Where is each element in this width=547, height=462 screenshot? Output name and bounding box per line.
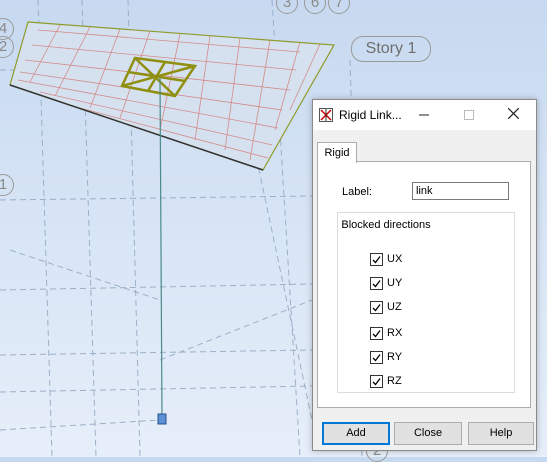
tab-rigid[interactable]: Rigid (317, 142, 357, 163)
dialog-title: Rigid Link... (339, 108, 402, 122)
maximize-icon (463, 110, 474, 120)
checkbox-box[interactable] (370, 301, 383, 314)
dialog-titlebar[interactable]: Rigid Link... (313, 100, 536, 130)
minimize-button[interactable] (401, 100, 446, 130)
close-icon (507, 107, 520, 120)
checkbox-box[interactable] (370, 375, 383, 388)
checkbox-label: UZ (387, 301, 402, 313)
maximize-button[interactable] (446, 100, 491, 130)
rigid-link-app-icon (319, 108, 333, 122)
add-button[interactable]: Add (322, 422, 390, 445)
checkbox-box[interactable] (370, 327, 383, 340)
checkbox-label: RZ (387, 375, 402, 387)
label-caption: Label: (342, 186, 372, 198)
checkbox-label: RX (387, 327, 403, 339)
minimize-icon (418, 114, 429, 116)
checkmark-icon (372, 378, 381, 386)
checkmark-icon (372, 354, 381, 362)
label-input[interactable] (412, 182, 509, 200)
checkmark-icon (372, 280, 381, 288)
help-button[interactable]: Help (468, 422, 534, 445)
checkbox-label: UY (387, 277, 403, 289)
blocked-directions-title: Blocked directions (341, 219, 431, 231)
checkbox-box[interactable] (370, 277, 383, 290)
story-label: Story 1 (351, 36, 431, 62)
checkbox-box[interactable] (370, 253, 383, 266)
close-window-button[interactable] (491, 100, 536, 130)
checkbox-label: UX (387, 253, 403, 265)
checkbox-box[interactable] (370, 351, 383, 364)
checkmark-icon (372, 330, 381, 338)
blocked-directions-group: Blocked directions UX UY UZ RX RY RZ (337, 212, 515, 393)
rigid-tab-panel: Label: Blocked directions UX UY UZ RX (317, 161, 531, 408)
checkmark-icon (372, 304, 381, 312)
support-node[interactable] (157, 413, 167, 425)
rigid-link-dialog[interactable]: Rigid Link... Rigid Label: Blocked direc… (312, 99, 537, 451)
checkmark-icon (372, 256, 381, 264)
checkbox-label: RY (387, 351, 403, 363)
close-button[interactable]: Close (394, 422, 462, 445)
